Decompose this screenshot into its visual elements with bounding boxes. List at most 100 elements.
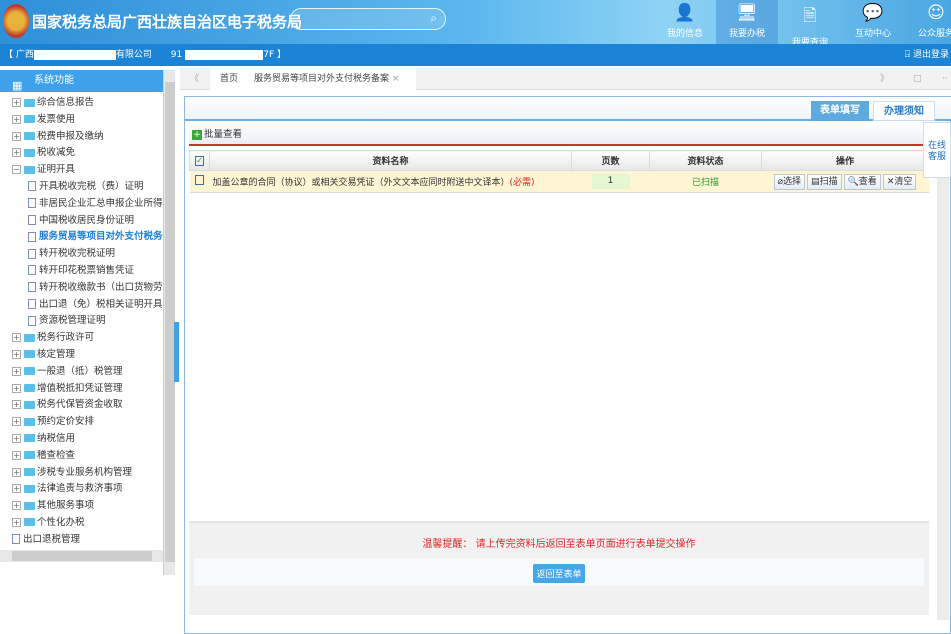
expand-icon[interactable]: + <box>12 131 21 141</box>
expand-icon[interactable]: + <box>12 433 21 443</box>
tabs-restore-button[interactable]: □ <box>913 68 922 90</box>
col-actions: 操作 <box>761 150 929 171</box>
folder-icon <box>24 484 35 493</box>
search-icon[interactable]: ⌕ <box>430 11 437 26</box>
material-name: 加盖公章的合同（协议）或相关交易凭证（外文文本应同时附送中文译本） <box>212 178 510 188</box>
sidebar-item-label: 税费申报及缴纳 <box>37 130 104 142</box>
expand-icon[interactable]: + <box>12 366 21 376</box>
add-icon: + <box>192 129 202 140</box>
expand-icon[interactable]: + <box>12 114 21 124</box>
notice-text: 温馨提醒： 请上传完资料后返回至表单页面进行表单提交操作 <box>422 539 696 550</box>
sidebar-item[interactable]: − 证明开具 <box>0 162 163 179</box>
sidebar-item[interactable]: + 法律追责与救济事项 <box>0 481 163 498</box>
back-to-form-button[interactable]: 返回至表单 <box>533 564 585 583</box>
expand-icon[interactable]: + <box>12 450 21 460</box>
sidebar-horizontal-scrollbar[interactable] <box>0 550 163 562</box>
expand-icon[interactable]: + <box>12 400 21 410</box>
sidebar-item[interactable]: + 发票使用 <box>0 112 163 129</box>
nav-my-info[interactable]: 👤 我的信息 <box>654 0 716 44</box>
expand-icon[interactable]: + <box>12 517 21 527</box>
select-button[interactable]: ⌀选择 <box>773 173 806 190</box>
sidebar: ▦ 系统功能 + 综合信息报告 + 发票使用 + 税费申报及缴纳 + 税收减免 − 证明开具 开具税收… <box>0 70 175 575</box>
sidebar-item[interactable]: + 核定管理 <box>0 347 163 364</box>
sidebar-item[interactable]: + 其他服务事项 <box>0 498 163 515</box>
content-scrollbar[interactable] <box>937 124 949 620</box>
batch-view-button[interactable]: 批量查看 <box>204 129 242 140</box>
nav-interaction[interactable]: 💬 互动中心 <box>842 0 904 44</box>
expand-icon[interactable]: + <box>12 333 21 343</box>
sidebar-item[interactable]: 资源税管理证明 <box>0 313 163 330</box>
nav-public-service[interactable]: ☺ 公众服务 <box>905 0 951 44</box>
sidebar-item[interactable]: + 增值税抵扣凭证管理 <box>0 381 163 398</box>
folder-icon <box>24 132 35 141</box>
view-button[interactable]: 🔍查看 <box>843 173 881 190</box>
sidebar-item[interactable]: + 税费申报及缴纳 <box>0 129 163 146</box>
file-icon <box>28 248 36 259</box>
sidebar-item[interactable]: + 税务行政许可 <box>0 330 163 347</box>
online-service-button[interactable]: 在线客服 <box>923 122 951 178</box>
required-label: (必需) <box>509 178 535 188</box>
sidebar-item[interactable]: 转开税收缴款书（出口货物劳务专用） <box>0 280 163 297</box>
tab-current[interactable]: 服务贸易等项目对外支付税务备案 × <box>246 68 416 90</box>
sidebar-item[interactable]: 服务贸易等项目对外支付税务备案 <box>0 229 163 246</box>
sidebar-item[interactable]: + 涉税专业服务机构管理 <box>0 465 163 482</box>
row-checkbox[interactable] <box>195 175 204 185</box>
tabs-more-button[interactable]: ·· <box>942 68 948 90</box>
service-icon: ☺ <box>927 3 945 23</box>
sidebar-item[interactable]: + 综合信息报告 <box>0 95 163 112</box>
expand-icon[interactable]: + <box>12 349 21 359</box>
sidebar-item[interactable]: + 一般退（抵）税管理 <box>0 364 163 381</box>
sidebar-item[interactable]: + 预约定价安排 <box>0 414 163 431</box>
sidebar-item-label: 法律追责与救济事项 <box>37 483 123 495</box>
tabs-next-button[interactable]: 》 <box>880 68 889 90</box>
sidebar-item[interactable]: 出口退（免）税相关证明开具 <box>0 297 163 314</box>
folder-icon <box>24 451 35 460</box>
expand-icon[interactable]: + <box>12 383 21 393</box>
expand-icon[interactable]: + <box>12 467 21 477</box>
sidebar-item-label: 证明开具 <box>37 164 76 176</box>
collapse-icon[interactable]: − <box>12 165 21 175</box>
scan-button[interactable]: ▤扫描 <box>807 173 842 190</box>
expand-icon[interactable]: + <box>12 484 21 494</box>
sidebar-item[interactable]: + 稽查检查 <box>0 448 163 465</box>
search-input[interactable]: ⌕ <box>290 8 446 30</box>
sidebar-item[interactable]: + 税务代保管资金收取 <box>0 397 163 414</box>
tab-form-fill[interactable]: 表单填写 <box>811 101 869 121</box>
nav-tax-handling[interactable]: 🖥 我要办税 <box>716 0 778 44</box>
table-row: 加盖公章的合同（协议）或相关交易凭证（外文文本应同时附送中文译本）(必需) 1 … <box>189 170 929 193</box>
sidebar-item-label: 开具税收完税（费）证明 <box>39 180 144 192</box>
chat-icon: 💬 <box>862 3 884 23</box>
folder-icon <box>24 384 35 393</box>
sidebar-item[interactable]: + 税收减免 <box>0 145 163 162</box>
expand-icon[interactable]: + <box>12 417 21 427</box>
sidebar-item[interactable]: + 纳税信用 <box>0 431 163 448</box>
select-all-checkbox[interactable]: ✓ <box>195 155 204 166</box>
logout-link[interactable]: ⍈ 退出登录 <box>905 44 949 66</box>
tab-instructions[interactable]: 办理须知 <box>873 101 935 121</box>
material-status: 已扫描 <box>649 170 762 193</box>
sidebar-item[interactable]: 出口退税管理 <box>0 532 163 549</box>
sidebar-item[interactable]: 中国税收居民身份证明 <box>0 213 163 230</box>
close-tab-icon[interactable]: × <box>392 74 400 84</box>
tabs-prev-button[interactable]: 《 <box>190 68 199 90</box>
expand-icon[interactable]: + <box>12 148 21 158</box>
nav-query[interactable]: 🗎 我要查询 <box>779 0 841 48</box>
col-pages: 页数 <box>571 150 650 171</box>
sidebar-item-label: 一般退（抵）税管理 <box>37 365 123 377</box>
clear-button[interactable]: ✕清空 <box>882 173 917 190</box>
folder-icon <box>24 468 35 477</box>
sidebar-item[interactable]: + 个性化办税 <box>0 515 163 532</box>
sidebar-item[interactable]: 开具税收完税（费）证明 <box>0 179 163 196</box>
sidebar-item-label: 核定管理 <box>37 348 76 360</box>
folder-icon <box>24 400 35 409</box>
sidebar-title: ▦ 系统功能 <box>0 70 174 92</box>
expand-icon[interactable]: + <box>12 501 21 511</box>
file-icon <box>28 299 36 310</box>
sidebar-collapse-handle[interactable] <box>174 322 179 382</box>
sidebar-item[interactable]: 非居民企业汇总申报企业所得税 <box>0 196 163 213</box>
sidebar-item[interactable]: 转开印花税票销售凭证 <box>0 263 163 280</box>
sidebar-item[interactable]: 转开税收完税证明 <box>0 246 163 263</box>
expand-icon[interactable]: + <box>12 98 21 107</box>
sidebar-item-label: 非居民企业汇总申报企业所得税 <box>39 197 163 209</box>
tab-home[interactable]: 首页 <box>210 68 249 90</box>
